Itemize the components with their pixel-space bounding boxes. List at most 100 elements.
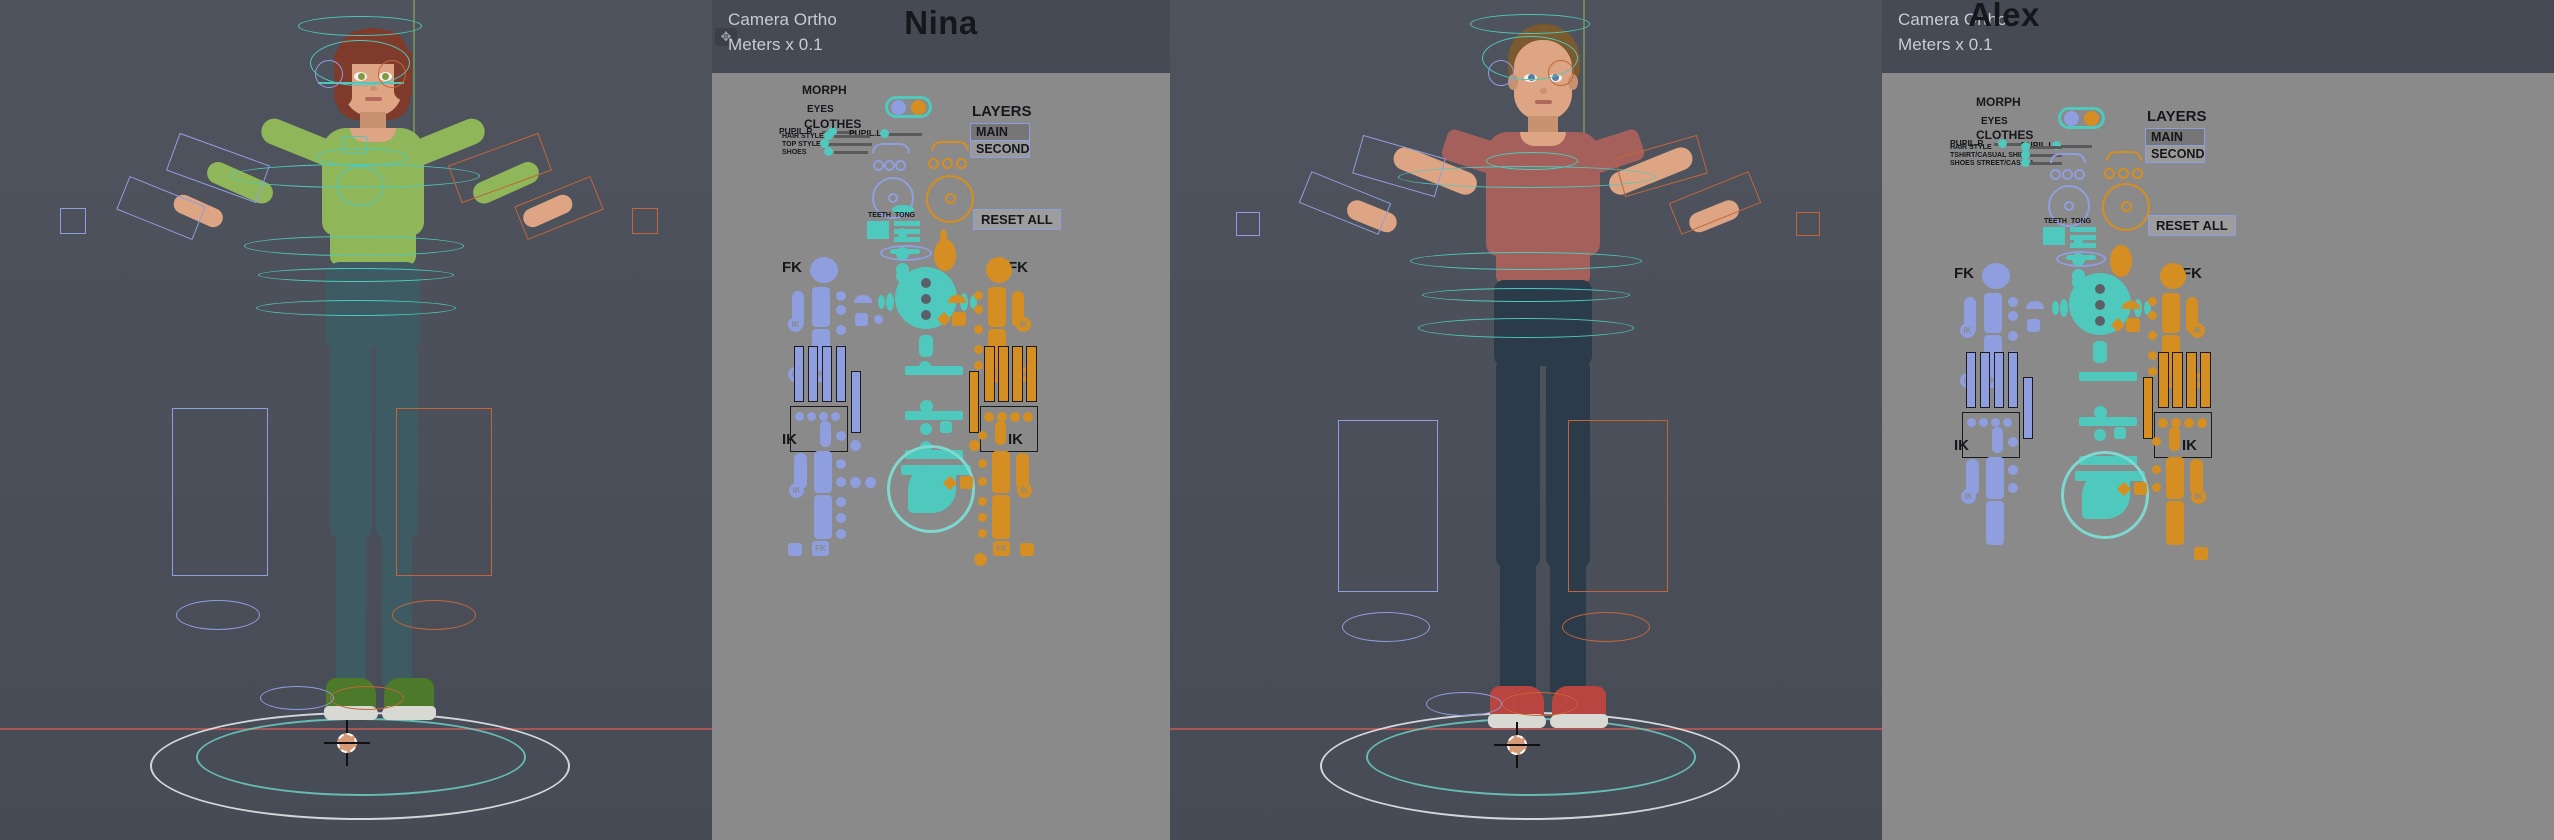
fk-badge-ik-left[interactable]: IK [788, 317, 803, 332]
brow-widget-right[interactable] [931, 141, 969, 151]
fk-dot-r4[interactable] [974, 345, 983, 354]
ik-top-bar-right[interactable] [995, 421, 1006, 445]
character-alex[interactable] [1256, 0, 1796, 840]
fk-dot-r2[interactable] [974, 305, 983, 314]
fk-shoulder-left[interactable] [854, 295, 872, 303]
ik-dot-r8[interactable] [978, 529, 987, 538]
tong-widget-2[interactable] [894, 229, 920, 234]
eyelid-ra-3[interactable] [2132, 168, 2143, 179]
eyelid-l-2[interactable] [884, 160, 895, 171]
fk-center-dot-a2[interactable] [2095, 300, 2105, 310]
ik-top-bar-left[interactable] [820, 421, 831, 447]
clothes-row-0-track[interactable] [834, 135, 870, 138]
finger-r-4[interactable] [1026, 346, 1037, 402]
thumb-l[interactable] [851, 371, 861, 433]
fk-head-left[interactable] [810, 257, 838, 283]
clothes-row-1-track[interactable] [828, 143, 872, 146]
layer-main-button[interactable]: MAIN [970, 123, 1030, 141]
palm-dot-l1[interactable] [795, 412, 804, 421]
eye-pupil-right[interactable] [945, 193, 956, 204]
hand-center-bar-a1[interactable] [2079, 372, 2137, 381]
fk-center-bar-alex[interactable] [2093, 341, 2107, 363]
fk-badge-ik-left-alex[interactable]: IK [1960, 323, 1975, 338]
brow-widget-left[interactable] [872, 143, 910, 153]
tong-widget-alex-3[interactable] [2070, 243, 2096, 248]
hand-center-dot-a2[interactable] [2094, 429, 2106, 441]
fk-sq-right[interactable] [952, 312, 966, 326]
ik-dot-la3[interactable] [2008, 483, 2018, 493]
finger-ra-3[interactable] [2186, 352, 2197, 408]
ik-dot-la2[interactable] [2008, 465, 2018, 475]
tong-widget-4[interactable] [896, 247, 909, 260]
ik-dot-l6[interactable] [836, 497, 846, 507]
eyelid-la-2[interactable] [2062, 169, 2073, 180]
brow-widget-left-alex[interactable] [2050, 153, 2086, 163]
fk-center-dot-1[interactable] [921, 278, 931, 288]
finger-l-2[interactable] [808, 346, 818, 402]
finger-la-1[interactable] [1966, 352, 1976, 408]
ik-dot-ra2[interactable] [2152, 465, 2161, 474]
finger-la-2[interactable] [1980, 352, 1990, 408]
jaw-widget[interactable] [934, 239, 956, 271]
palm-dot-la4[interactable] [2003, 418, 2012, 427]
ik-dot-r6[interactable] [978, 497, 987, 506]
ik-sq-right-2[interactable] [1020, 543, 1034, 556]
reset-all-button[interactable]: RESET ALL [973, 209, 1061, 230]
ik-badge-fk-left[interactable]: FK [812, 541, 829, 556]
eyelid-r-1[interactable] [928, 158, 939, 169]
viewport-alex[interactable] [1170, 0, 1882, 840]
viewport-nina[interactable] [0, 0, 712, 840]
fk-center-dot-a1[interactable] [2095, 284, 2105, 294]
hand-center-bar-1[interactable] [905, 366, 963, 375]
eyelid-la-3[interactable] [2074, 169, 2085, 180]
ik-spine-lower-left[interactable] [814, 495, 832, 539]
fk-dot-la2[interactable] [2008, 311, 2018, 321]
layer-second-button[interactable]: SECOND [970, 140, 1030, 158]
fk-shoulder-left-alex[interactable] [2026, 301, 2044, 309]
thumb-la[interactable] [2023, 377, 2033, 439]
fk-center-dot-a3[interactable] [2095, 316, 2105, 326]
palm-dot-ra1[interactable] [2158, 418, 2168, 428]
hand-center-dot-2[interactable] [920, 423, 932, 435]
eyelid-r-2[interactable] [942, 158, 953, 169]
teeth-widget-alex[interactable] [2043, 227, 2065, 245]
palm-dot-l4[interactable] [831, 412, 840, 421]
ik-dot-l3[interactable] [836, 477, 846, 487]
ik-top-bar-right-alex[interactable] [2169, 427, 2180, 451]
fk-dot-l6[interactable] [874, 315, 883, 324]
pupil-l-track-alex[interactable] [2060, 145, 2092, 148]
fk-dot-ra1[interactable] [2148, 297, 2157, 306]
fk-dot-r1[interactable] [974, 291, 983, 300]
fk-center-side-la2[interactable] [2060, 299, 2068, 317]
ik-dot-r9[interactable] [974, 553, 987, 566]
layer-second-button-alex[interactable]: SECOND [2145, 145, 2205, 163]
ik-dot-l8[interactable] [836, 529, 846, 539]
fk-spine-upper-right-alex[interactable] [2162, 293, 2180, 333]
eyelid-ra-1[interactable] [2104, 168, 2115, 179]
fk-dot-ra2[interactable] [2148, 311, 2157, 320]
ik-dot-r3[interactable] [978, 477, 987, 486]
fk-center-dot-2[interactable] [921, 294, 931, 304]
layer-main-button-alex[interactable]: MAIN [2145, 128, 2205, 146]
teeth-widget[interactable] [867, 221, 889, 239]
ik-dot-l5[interactable] [865, 477, 876, 488]
ik-dot-la1[interactable] [2008, 437, 2018, 447]
fk-dot-l3[interactable] [836, 325, 846, 335]
fk-center-dot-3[interactable] [921, 310, 931, 320]
tong-widget-3[interactable] [894, 237, 920, 242]
ik-spine-upper-left-alex[interactable] [1986, 457, 2004, 499]
ik-spine-upper-right-alex[interactable] [2166, 457, 2184, 499]
eye-pupil-left[interactable] [888, 193, 898, 203]
ik-spine-lower-right[interactable] [992, 495, 1010, 539]
fk-dot-l1[interactable] [836, 291, 846, 301]
palm-dot-l2[interactable] [807, 412, 816, 421]
fk-spine-upper-left-alex[interactable] [1984, 293, 2002, 333]
ik-dot-l4[interactable] [850, 477, 861, 488]
eyelid-la-1[interactable] [2050, 169, 2061, 180]
tong-widget-alex-2[interactable] [2070, 235, 2096, 240]
pupil-l-knob[interactable] [880, 129, 889, 138]
tong-widget-alex-4[interactable] [2072, 253, 2085, 266]
fk-dot-ra4[interactable] [2148, 351, 2157, 360]
finger-r-2[interactable] [998, 346, 1009, 402]
finger-l-1[interactable] [794, 346, 804, 402]
